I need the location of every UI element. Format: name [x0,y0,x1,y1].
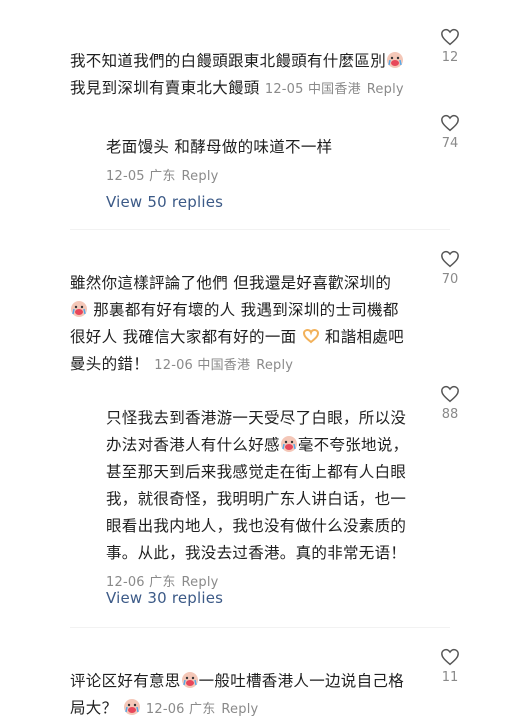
comment-line: 局大？ [70,699,118,717]
comment-line: 雖然你這樣評論了他們 但我還是好喜歡深圳的 [70,274,392,292]
reply-button[interactable]: Reply [182,169,219,184]
like-count: 88 [441,407,459,422]
heart-hands-emoji [302,327,320,345]
like-button[interactable]: 70 [430,250,470,287]
comment-text: 只怪我去到香港游一天受尽了白眼，所以没 办法对香港人有什么好感 毫不夸张地说， 甚… [106,405,426,567]
like-button[interactable]: 74 [430,114,470,151]
reply-button[interactable]: Reply [182,575,219,590]
comment-line: 和諧相處吧 [324,328,404,346]
comment-line: 事。从此，我没去过香港。真的非常无语！ [106,544,407,562]
comment-meta: 12-06 中国香港 Reply [154,358,293,373]
comment-1: 我不知道我們的白饅頭跟東北饅頭有什麼區別 我見到深圳有賣東北大饅頭 12-05 … [70,48,430,103]
crying-face-emoji [123,698,141,716]
comment-date: 12-06 [106,575,145,590]
comment-text: 评论区好有意思 一般吐槽香港人一边说自己格 局大？ 12-06 广东 Reply [70,668,430,717]
reply-button[interactable]: Reply [221,702,258,717]
comment-line: 曼头的錯！ [70,355,150,373]
comment-text: 老面馒头 和酵母做的味道不一样 [106,138,333,156]
comment-meta: 12-06 广东 Reply [106,571,426,590]
view-replies-button[interactable]: View 50 replies [106,193,223,211]
comments-page: 我不知道我們的白饅頭跟東北饅頭有什麼區別 我見到深圳有賣東北大饅頭 12-05 … [0,0,524,717]
divider [70,229,450,230]
crying-face-emoji [386,51,404,69]
comment-location: 广东 [149,169,176,184]
comment-text: 雖然你這樣評論了他們 但我還是好喜歡深圳的 那裏都有好有壞的人 我遇到深圳的士司… [70,270,430,379]
comment-line: 我，就很奇怪，我明明广东人讲白话，也一 [106,490,407,508]
comment-3: 雖然你這樣評論了他們 但我還是好喜歡深圳的 那裏都有好有壞的人 我遇到深圳的士司… [70,270,430,379]
comment-line: 评论区好有意思 [70,672,181,690]
comment-meta: 12-05 中国香港 Reply [265,82,404,97]
crying-face-emoji [70,300,88,318]
like-count: 70 [441,272,459,287]
view-replies-button[interactable]: View 30 replies [106,589,223,607]
heart-outline-icon [441,648,459,666]
comment-location: 中国香港 [197,358,251,373]
comment-line: 毫不夸张地说， [297,436,409,454]
comment-meta: 12-05 广东 Reply [106,165,426,184]
comment-line: 很好人 我確信大家都有好的一面 [70,328,297,346]
reply-button[interactable]: Reply [256,358,293,373]
heart-outline-icon [441,114,459,132]
comment-date: 12-05 [106,169,145,184]
comment-location: 广东 [189,702,216,717]
heart-outline-icon [441,250,459,268]
comment-text: 我不知道我們的白饅頭跟東北饅頭有什麼區別 我見到深圳有賣東北大饅頭 12-05 … [70,48,430,103]
comment-line: 眼看出我内地人，我也没有做什么没素质的 [106,517,407,535]
like-count: 11 [441,670,459,685]
comment-line: 那裏都有好有壞的人 我遇到深圳的士司機都 [93,301,399,319]
heart-outline-icon [441,28,459,46]
like-button[interactable]: 12 [430,28,470,65]
crying-face-emoji [280,435,298,453]
comment-5: 评论区好有意思 一般吐槽香港人一边说自己格 局大？ 12-06 广东 Reply [70,668,430,717]
like-button[interactable]: 11 [430,648,470,685]
comment-line: 办法对香港人有什么好感 [106,436,280,454]
like-button[interactable]: 88 [430,385,470,422]
comment-location: 广东 [149,575,176,590]
comment-line: 我見到深圳有賣東北大饅頭 [70,79,260,97]
comment-line: 我不知道我們的白饅頭跟東北饅頭有什麼區別 [70,52,387,70]
comment-line: 一般吐槽香港人一边说自己格 [198,672,405,690]
comment-date: 12-06 [145,702,185,717]
reply-button[interactable]: Reply [367,82,404,97]
comment-2: 老面馒头 和酵母做的味道不一样 12-05 广东 Reply [106,134,426,184]
comment-line: 甚至那天到后来我感觉走在街上都有人白眼 [106,463,407,481]
crying-face-emoji [181,671,199,689]
comment-location: 中国香港 [307,82,361,97]
comment-date: 12-06 [154,358,194,373]
comment-meta: 12-06 广东 Reply [146,702,259,717]
comment-4: 只怪我去到香港游一天受尽了白眼，所以没 办法对香港人有什么好感 毫不夸张地说， 甚… [106,405,426,590]
comment-line: 只怪我去到香港游一天受尽了白眼，所以没 [106,409,407,427]
like-count: 74 [441,136,459,151]
like-count: 12 [441,50,459,65]
heart-outline-icon [441,385,459,403]
comment-date: 12-05 [264,82,304,97]
divider [70,627,450,628]
